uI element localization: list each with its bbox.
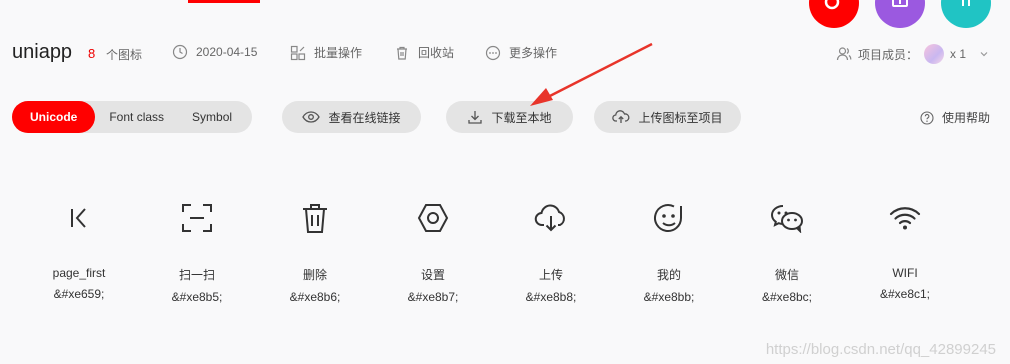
icon-card[interactable]: page_first &#xe659; [20, 198, 138, 304]
icon-code: &#xe8b7; [407, 290, 459, 304]
icon-card[interactable]: 上传 &#xe8b8; [492, 198, 610, 304]
icon-card[interactable]: 删除 &#xe8b6; [256, 198, 374, 304]
eye-icon [302, 111, 321, 123]
members-count: x 1 [949, 47, 966, 61]
icon-name: 扫一扫 [178, 268, 215, 282]
icon-card[interactable]: WIFI &#xe8c1; [846, 198, 964, 304]
icon-code: &#xe8b6; [289, 290, 341, 304]
icon-card[interactable]: 微信 &#xe8bc; [728, 198, 846, 304]
format-tabs: Unicode Font class Symbol [12, 101, 252, 133]
settings-icon [417, 204, 449, 232]
icon-name: 删除 [302, 268, 327, 282]
upload-label: 上传图标至项目 [638, 110, 723, 125]
add-icon [892, 0, 908, 7]
wechat-icon [770, 205, 803, 233]
icon-name: page_first [52, 266, 106, 280]
more-icon [485, 45, 501, 60]
icon-card[interactable]: 设置 &#xe8b7; [374, 198, 492, 304]
recycle-bin-link[interactable]: 回收站 [394, 44, 454, 61]
clock-icon [172, 44, 188, 60]
help-link[interactable]: 使用帮助 [920, 109, 990, 126]
icon-count-label: 个图标 [106, 48, 143, 62]
tab-unicode[interactable]: Unicode [12, 101, 96, 133]
search-icon [824, 0, 840, 10]
date-meta: 2020-04-15 [172, 44, 257, 60]
project-date: 2020-04-15 [196, 45, 258, 59]
icon-name: 上传 [538, 268, 563, 282]
icon-code: &#xe8bb; [643, 290, 695, 304]
batch-ops-label: 批量操作 [314, 46, 363, 60]
more-ops-label: 更多操作 [509, 46, 558, 60]
icon-code: &#xe8c1; [879, 287, 931, 301]
icon-grid: page_first &#xe659; 扫一扫 &#xe8b5; 删除 &#xe… [20, 198, 964, 304]
view-online-link-label: 查看在线链接 [328, 110, 401, 125]
page-first-icon [71, 208, 86, 228]
icon-card[interactable]: 扫一扫 &#xe8b5; [138, 198, 256, 304]
trash-icon [303, 204, 327, 233]
avatar [923, 44, 944, 64]
toolbar: Unicode Font class Symbol 查看在线链接 下载至本地 上… [12, 101, 990, 133]
scan-icon [182, 204, 212, 232]
add-fab-button[interactable] [875, 0, 925, 28]
project-header: uniapp 8 个图标 2020-04-15 批量操作 回收站 更多操作 项目… [12, 38, 990, 68]
grid-edit-icon [290, 45, 306, 60]
icon-code: &#xe8b8; [525, 290, 577, 304]
download-icon [468, 111, 483, 124]
recycle-bin-label: 回收站 [418, 46, 455, 60]
members-label: 项目成员： [857, 47, 918, 62]
icon-code: &#xe659; [53, 287, 105, 301]
download-label: 下载至本地 [491, 110, 552, 125]
icon-code: &#xe8bc; [761, 290, 813, 304]
batch-ops-link[interactable]: 批量操作 [290, 44, 362, 61]
members-icon [836, 47, 852, 61]
icon-name: 我的 [656, 268, 681, 282]
project-name: uniapp [12, 41, 73, 63]
icon-name: WIFI [892, 266, 918, 280]
more-ops-link[interactable]: 更多操作 [485, 44, 557, 61]
trash-icon [397, 46, 407, 60]
icon-name: 设置 [420, 268, 445, 282]
question-icon [920, 110, 934, 125]
watermark: https://blog.csdn.net/qq_42899245 [765, 341, 996, 358]
chevron-down-icon [980, 52, 988, 57]
project-members[interactable]: 项目成员： x 1 [836, 44, 990, 64]
help-label: 使用帮助 [941, 111, 990, 125]
tab-symbol[interactable]: Symbol [178, 101, 246, 133]
wifi-icon [889, 207, 921, 230]
view-online-link-button[interactable]: 查看在线链接 [282, 101, 421, 133]
sort-fab-button[interactable] [941, 0, 991, 28]
download-button[interactable]: 下载至本地 [446, 101, 573, 133]
search-fab-button[interactable] [809, 0, 859, 28]
tab-font-class[interactable]: Font class [95, 101, 178, 133]
icon-code: &#xe8b5; [171, 290, 223, 304]
smile-icon [654, 204, 682, 233]
sort-icon [962, 0, 970, 6]
icon-card[interactable]: 我的 &#xe8bb; [610, 198, 728, 304]
icon-name: 微信 [774, 268, 799, 282]
active-indicator-line [188, 0, 260, 3]
cloud-upload-icon [534, 204, 565, 232]
upload-to-project-button[interactable]: 上传图标至项目 [594, 101, 741, 133]
icon-count: 8 [88, 46, 96, 61]
cloud-upload-icon [612, 110, 630, 123]
